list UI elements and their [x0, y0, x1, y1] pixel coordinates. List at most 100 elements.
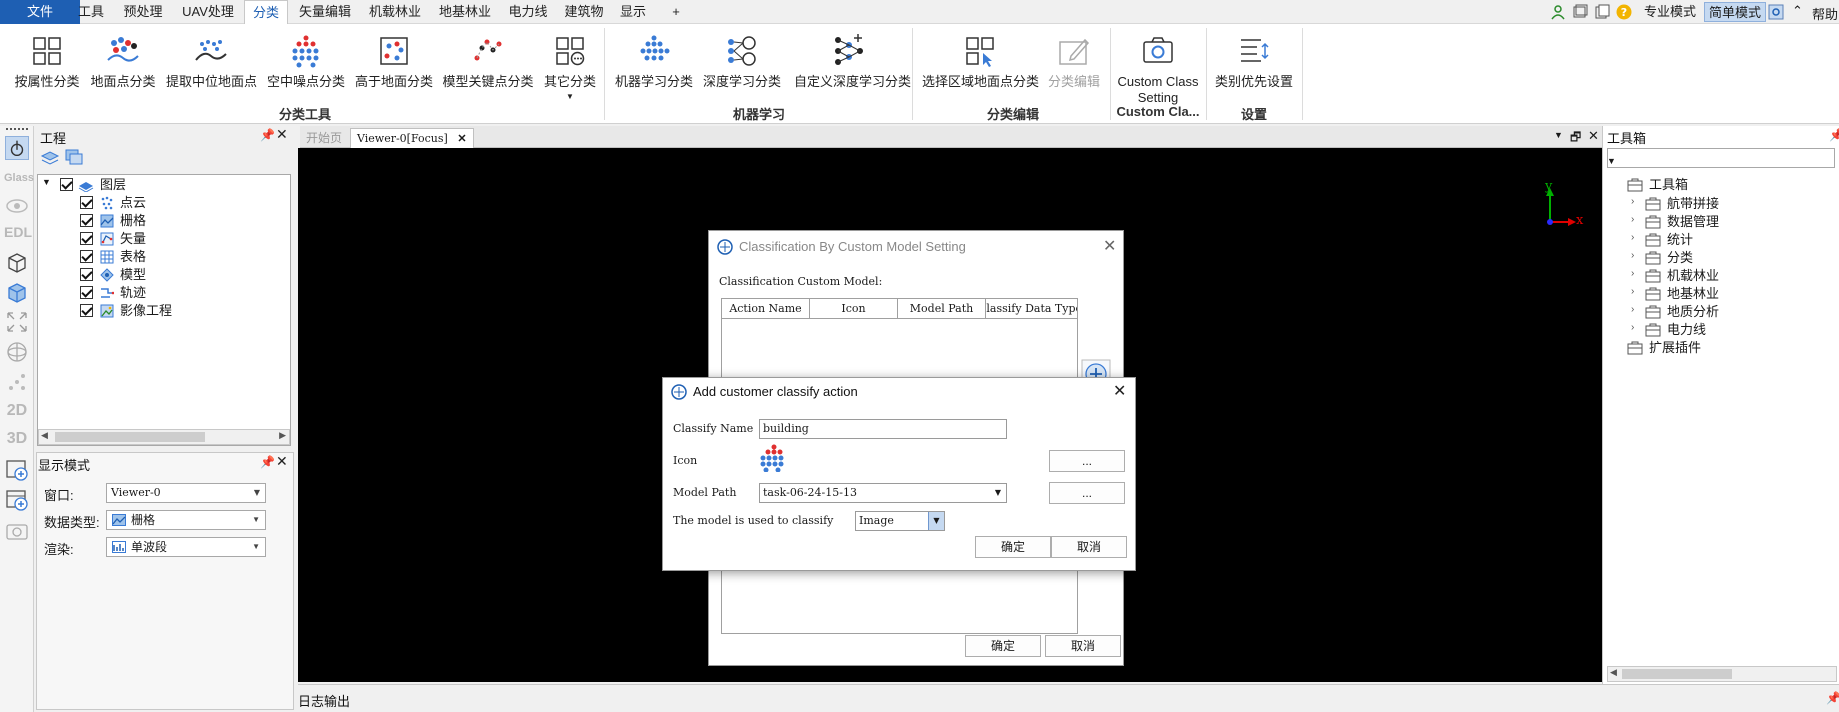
point-select-icon[interactable] [5, 370, 29, 394]
model-keypoint-classify-button[interactable]: 模型关键点分类 [442, 30, 534, 114]
pin-icon[interactable]: 📌 [260, 455, 275, 469]
pin-icon[interactable]: 📌 [1826, 691, 1839, 705]
close-icon[interactable]: ✕ [276, 126, 288, 143]
globe-icon[interactable] [5, 340, 29, 364]
restore-window-icon[interactable]: 🗗 [1570, 128, 1581, 149]
model-path-select[interactable]: task-06-24-15-13 ▼ [759, 483, 1007, 503]
help-icon[interactable]: ? [1616, 4, 1632, 20]
custom-class-setting-button[interactable]: Custom Class Setting [1114, 30, 1202, 114]
tab-start-page[interactable]: 开始页 [300, 128, 348, 148]
chevron-down-icon[interactable]: ▼ [928, 512, 944, 530]
toolbox-item-ground-forestry[interactable]: 地基林业 [1667, 285, 1719, 303]
select-region-ground-classify-button[interactable]: 选择区域地面点分类 [922, 30, 1039, 114]
collapse-ribbon-icon[interactable]: ⌃ [1792, 3, 1803, 19]
column-header-action-name[interactable]: Action Name [722, 299, 810, 319]
scroll-thumb[interactable] [1622, 669, 1732, 679]
add-viewer-icon[interactable] [5, 488, 29, 512]
menu-tab-vector-edit[interactable]: 矢量编辑 [294, 0, 356, 24]
vector-checkbox[interactable] [80, 232, 93, 245]
classify-by-attribute-button[interactable]: 按属性分类 [12, 30, 82, 114]
trajectory-checkbox[interactable] [80, 286, 93, 299]
deep-learning-classify-button[interactable]: 深度学习分类 [700, 30, 784, 114]
menu-tab-tools[interactable]: 工具 [72, 0, 110, 24]
toolbox-root[interactable]: 工具箱 [1649, 176, 1688, 194]
toolbox-item-data-management[interactable]: 数据管理 [1667, 213, 1719, 231]
pin-icon[interactable]: 📌 [1829, 128, 1839, 142]
model-path-browse-button[interactable]: ... [1049, 482, 1125, 504]
layers-window-icon[interactable] [64, 148, 84, 166]
edl-mode-label[interactable]: EDL [4, 224, 32, 240]
classify-edit-button[interactable]: 分类编辑 [1044, 30, 1104, 114]
dialog-close-icon[interactable]: ✕ [1113, 381, 1126, 401]
rotate-view-icon[interactable] [5, 136, 29, 160]
setting-cancel-button[interactable]: 取消 [1045, 635, 1121, 657]
datatype-select[interactable]: 栅格 ▼ [106, 510, 266, 530]
add-ok-button[interactable]: 确定 [975, 536, 1051, 558]
tree-item-table[interactable]: 表格 [120, 248, 146, 266]
toolbox-item-airborne-forestry[interactable]: 机载林业 [1667, 267, 1719, 285]
menu-tab-classify[interactable]: 分类 [244, 0, 288, 25]
zoom-extent-icon[interactable] [5, 310, 29, 334]
tab-list-icon[interactable]: ▼ [1554, 130, 1563, 140]
close-viewer-icon[interactable]: ✕ [1588, 128, 1599, 144]
expand-chevron-icon[interactable]: › [1631, 196, 1634, 207]
table-checkbox[interactable] [80, 250, 93, 263]
raster-checkbox[interactable] [80, 214, 93, 227]
expand-chevron-icon[interactable]: › [1631, 268, 1634, 279]
other-classify-button[interactable]: 其它分类 ▼ [540, 30, 600, 114]
tree-item-model[interactable]: 模型 [120, 266, 146, 284]
scroll-left-icon[interactable]: ◀ [41, 430, 48, 441]
menu-tab-building[interactable]: 建筑物 [560, 0, 608, 24]
classify-name-input[interactable]: building [759, 419, 1007, 439]
toolbox-item-statistics[interactable]: 统计 [1667, 231, 1693, 249]
menu-tab-preprocess[interactable]: 预处理 [118, 0, 168, 24]
window-select[interactable]: Viewer-0 ▼ [106, 483, 266, 503]
column-header-icon[interactable]: Icon [810, 299, 898, 319]
menu-tab-uav[interactable]: UAV处理 [176, 0, 240, 24]
model-checkbox[interactable] [80, 268, 93, 281]
menu-tab-display[interactable]: 显示 [616, 0, 650, 24]
eye-icon[interactable] [5, 194, 29, 218]
view-3d-label[interactable]: 3D [4, 430, 30, 448]
view-2d-label[interactable]: 2D [4, 402, 30, 420]
tab-close-icon[interactable]: ✕ [457, 132, 466, 145]
dialog-close-icon[interactable]: ✕ [1103, 236, 1116, 256]
toolbox-item-powerline[interactable]: 电力线 [1667, 321, 1706, 339]
custom-deep-learning-classify-button[interactable]: 自定义深度学习分类 [794, 30, 911, 114]
menu-tab-airborne-forestry[interactable]: 机载林业 [364, 0, 426, 24]
camera-capture-icon[interactable] [5, 518, 29, 542]
expand-chevron-icon[interactable]: › [1631, 232, 1634, 243]
cube-outline-icon[interactable] [5, 250, 29, 274]
icon-browse-button[interactable]: ... [1049, 450, 1125, 472]
expand-chevron-icon[interactable]: › [1631, 286, 1634, 297]
cube-solid-icon[interactable] [5, 280, 29, 304]
air-noise-classify-button[interactable]: 空中噪点分类 [266, 30, 346, 114]
copy-icon[interactable] [1594, 4, 1610, 20]
toolbox-item-plugins[interactable]: 扩展插件 [1649, 339, 1701, 357]
menu-tab-ground-forestry[interactable]: 地基林业 [434, 0, 496, 24]
classify-icon-preview[interactable] [759, 444, 789, 472]
tab-viewer-0[interactable]: Viewer-0[Focus] ✕ [350, 128, 474, 148]
menu-tab-powerline[interactable]: 电力线 [504, 0, 552, 24]
toolbox-item-classify[interactable]: 分类 [1667, 249, 1693, 267]
expand-chevron-icon[interactable]: › [1631, 304, 1634, 315]
above-ground-classify-button[interactable]: 高于地面分类 [354, 30, 434, 114]
layer-stack-icon[interactable] [40, 148, 60, 166]
tree-item-trajectory[interactable]: 轨迹 [120, 284, 146, 302]
class-priority-setting-button[interactable]: 类别优先设置 [1214, 30, 1294, 114]
tree-root-layers[interactable]: 图层 [100, 176, 126, 194]
scroll-thumb[interactable] [55, 432, 205, 442]
scroll-right-icon[interactable]: ▶ [279, 430, 286, 441]
expand-arrow-icon[interactable]: ▼ [1607, 156, 1616, 166]
machine-learning-classify-button[interactable]: 机器学习分类 [614, 30, 694, 114]
scroll-left-icon[interactable]: ◀ [1610, 667, 1617, 678]
expand-chevron-icon[interactable]: › [1631, 322, 1634, 333]
menu-tab-add[interactable]: + [664, 0, 688, 24]
pointcloud-checkbox[interactable] [80, 196, 93, 209]
add-window-icon[interactable] [5, 458, 29, 482]
setting-ok-button[interactable]: 确定 [965, 635, 1041, 657]
column-header-classify-data-type[interactable]: Classify Data Type [986, 299, 1077, 319]
tree-item-vector[interactable]: 矢量 [120, 230, 146, 248]
column-header-model-path[interactable]: Model Path [898, 299, 986, 319]
classify-type-select[interactable]: Image ▼ [855, 511, 945, 531]
